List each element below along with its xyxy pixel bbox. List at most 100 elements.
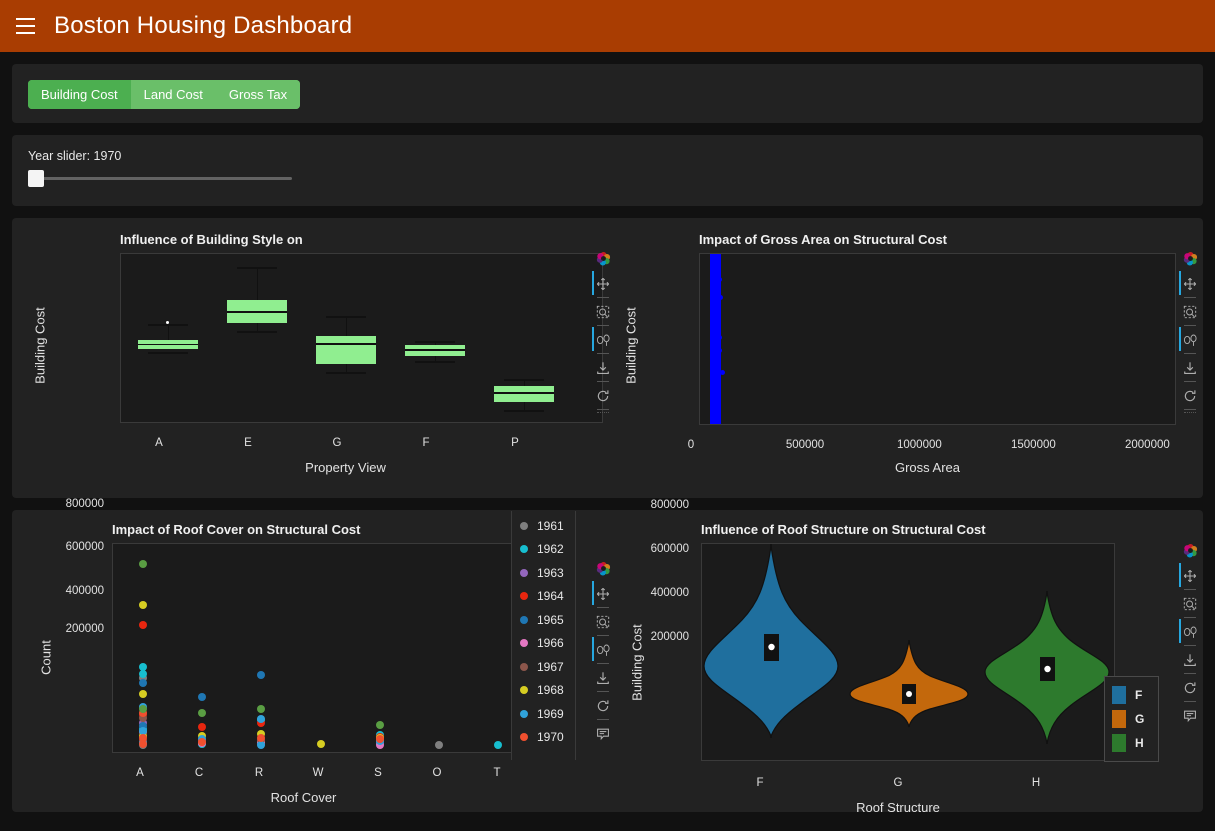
bokeh-toolbar-scatter[interactable] <box>1179 246 1201 414</box>
slider-track[interactable] <box>28 177 292 180</box>
box-median-g <box>316 343 376 345</box>
roofcover-point <box>316 740 325 749</box>
tabs-card: Building Cost Land Cost Gross Tax <box>12 64 1203 123</box>
plot-canvas-violin[interactable] <box>701 543 1115 761</box>
box-whisker-cap-e-bottom <box>237 331 277 333</box>
box-median-f <box>405 349 465 351</box>
plot-canvas-boxplot[interactable] <box>120 253 603 423</box>
roofcover-point <box>138 600 147 609</box>
tab-group: Building Cost Land Cost Gross Tax <box>28 80 301 109</box>
roofcover-point <box>257 714 266 723</box>
scatter-point <box>712 373 718 379</box>
legend-color-dot <box>520 709 528 718</box>
chart-gross-area-scatter: Impact of Gross Area on Structural Cost … <box>607 218 1202 643</box>
bokeh-logo-icon[interactable] <box>1180 538 1200 563</box>
box-whisker-cap-p-bottom <box>504 410 544 412</box>
tab-land-cost[interactable]: Land Cost <box>130 80 216 109</box>
xtick-boxplot-p: P <box>511 437 519 449</box>
xtick-scatter-4: 2000000 <box>1125 439 1170 451</box>
legend-item[interactable]: 1964 <box>520 585 575 609</box>
scatter-point <box>713 360 719 366</box>
bokeh-logo-icon[interactable] <box>1180 246 1200 271</box>
legend-item[interactable]: F <box>1112 683 1149 707</box>
box-zoom-icon[interactable] <box>1180 591 1200 616</box>
pan-icon[interactable] <box>1180 563 1200 588</box>
year-slider[interactable] <box>28 170 292 187</box>
roofcover-point <box>138 620 147 629</box>
hover-icon[interactable] <box>1180 703 1200 728</box>
roofcover-point <box>197 737 206 746</box>
tab-gross-tax[interactable]: Gross Tax <box>215 80 301 109</box>
legend-item[interactable]: 1968 <box>520 679 575 703</box>
chart-roof-structure-violin: Influence of Roof Structure on Structura… <box>607 510 1202 815</box>
roofcover-point <box>197 723 206 732</box>
box-whisker-cap-a-bottom <box>148 352 188 354</box>
xtick-scatter-3: 1500000 <box>1011 439 1056 451</box>
page-title: Boston Housing Dashboard <box>54 12 353 39</box>
reset-icon[interactable] <box>1180 675 1200 700</box>
ytick-boxplot-0: 800000 <box>65 498 104 510</box>
box-whisker-line-g-top <box>345 316 347 336</box>
roofcover-point <box>138 678 147 687</box>
axis-label-y-violin: Building Cost <box>629 624 645 701</box>
wheel-zoom-icon[interactable] <box>1180 327 1200 352</box>
xtick-boxplot-e: E <box>244 437 252 449</box>
box-median-e <box>227 311 287 313</box>
legend-color-dot <box>520 639 528 648</box>
legend-item[interactable]: 1961 <box>520 514 575 538</box>
chart-title-scatter: Impact of Gross Area on Structural Cost <box>699 232 948 247</box>
legend-item[interactable]: 1963 <box>520 561 575 585</box>
plot-canvas-scatter[interactable] <box>699 253 1176 425</box>
legend-color-dot <box>520 686 528 695</box>
legend-label: 1966 <box>537 636 564 651</box>
xtick-boxplot-f: F <box>422 437 430 449</box>
legend-item[interactable]: 1970 <box>520 726 575 750</box>
xtick-roofcover-a: A <box>136 767 144 779</box>
legend-item[interactable]: 1966 <box>520 632 575 656</box>
scatter-point <box>716 414 722 420</box>
save-icon[interactable] <box>1180 647 1200 672</box>
legend-item[interactable]: 1962 <box>520 538 575 562</box>
legend-color-swatch <box>1112 686 1126 704</box>
xtick-violin-h: H <box>1031 777 1041 789</box>
box-body-g <box>316 336 376 364</box>
legend-item[interactable]: 1965 <box>520 608 575 632</box>
wheel-zoom-icon[interactable] <box>1180 619 1200 644</box>
roofcover-point <box>257 740 266 749</box>
scatter-point <box>711 254 717 259</box>
legend-item[interactable]: H <box>1112 731 1149 755</box>
axis-label-x-violin: Roof Structure <box>856 800 940 815</box>
axis-label-y-scatter: Building Cost <box>623 307 639 384</box>
legend-item[interactable]: G <box>1112 707 1149 731</box>
roofcover-point <box>138 559 147 568</box>
year-slider-label: Year slider: 1970 <box>28 149 122 163</box>
legend-label: H <box>1135 736 1144 750</box>
plot-canvas-roofcover[interactable] <box>112 543 527 753</box>
roofcover-point <box>138 704 147 713</box>
bokeh-toolbar-violin[interactable] <box>1179 538 1201 728</box>
legend-color-swatch <box>1112 710 1126 728</box>
box-zoom-icon[interactable] <box>1180 299 1200 324</box>
scatter-point <box>711 379 717 385</box>
pan-icon[interactable] <box>1180 271 1200 296</box>
charts-row-2-card: Impact of Roof Cover on Structural Cost … <box>12 510 1203 815</box>
legend-roofcover[interactable]: 1961 1962 1963 1964 1965 1966 1967 1968 1969 1970 <box>511 511 576 760</box>
box-median-p <box>494 392 554 394</box>
legend-violin[interactable]: FGH <box>1104 676 1159 762</box>
save-icon[interactable] <box>1180 355 1200 380</box>
hamburger-icon[interactable] <box>10 11 40 41</box>
roofcover-point <box>435 741 444 750</box>
tab-building-cost[interactable]: Building Cost <box>28 80 131 109</box>
xtick-roofcover-s: S <box>374 767 382 779</box>
axis-label-y-boxplot: Building Cost <box>32 307 48 384</box>
xtick-roofcover-t: T <box>493 767 501 779</box>
legend-color-dot <box>520 568 528 577</box>
xtick-scatter-2: 1000000 <box>897 439 942 451</box>
legend-item[interactable]: 1969 <box>520 702 575 726</box>
reset-icon[interactable] <box>1180 383 1200 408</box>
legend-item[interactable]: 1967 <box>520 655 575 679</box>
slider-handle[interactable] <box>28 170 44 187</box>
roofcover-point <box>257 705 266 714</box>
chart-building-style-boxplot: Influence of Building Style on Building … <box>12 218 610 635</box>
box-whisker-cap-f-bottom <box>415 361 455 363</box>
